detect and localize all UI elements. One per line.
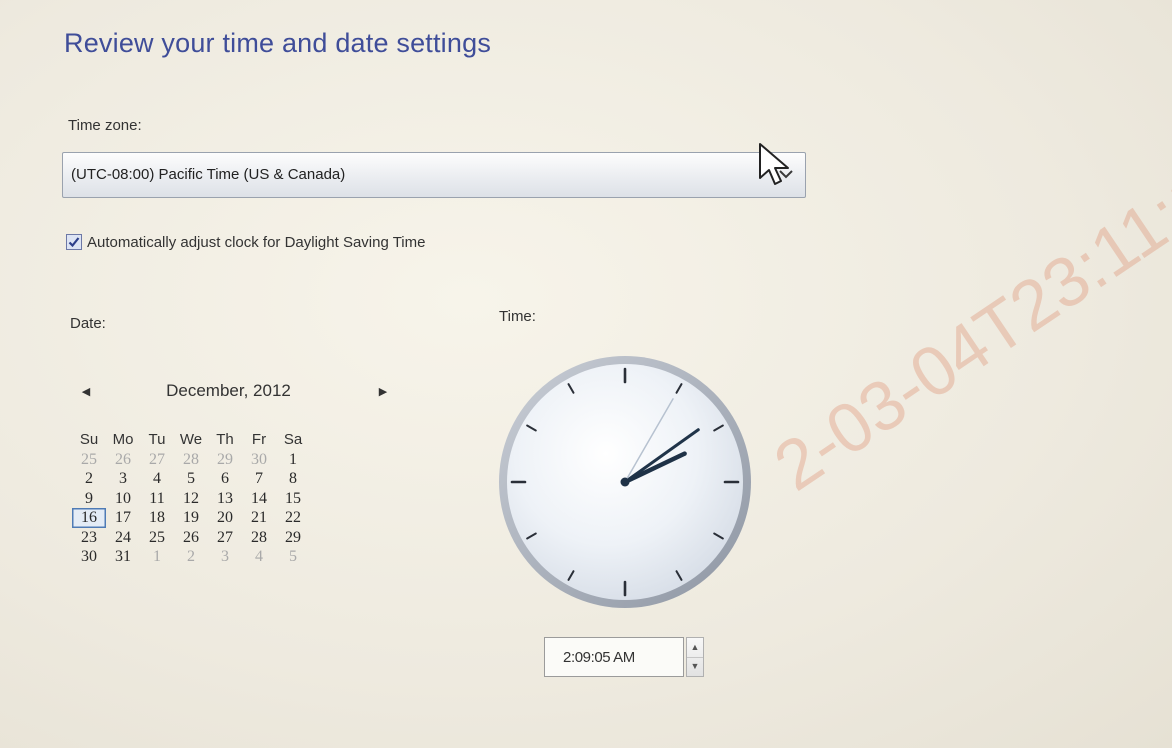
calendar-day[interactable]: 2 xyxy=(72,469,106,489)
calendar-day[interactable]: 27 xyxy=(140,450,174,470)
dst-option[interactable]: Automatically adjust clock for Daylight … xyxy=(66,230,425,254)
calendar-day[interactable]: 26 xyxy=(174,528,208,548)
calendar-day[interactable]: 5 xyxy=(174,469,208,489)
dst-checkbox[interactable] xyxy=(66,234,82,250)
weekday-header: Tu xyxy=(148,431,166,448)
calendar-day[interactable]: 4 xyxy=(140,469,174,489)
calendar-day[interactable]: 12 xyxy=(174,489,208,509)
time-spinner[interactable]: ▲ ▼ xyxy=(686,637,704,677)
calendar-month-title[interactable]: December, 2012 xyxy=(126,381,331,401)
calendar-day[interactable]: 29 xyxy=(208,450,242,470)
calendar-day-selected[interactable]: 16 xyxy=(72,508,106,528)
calendar-day[interactable]: 31 xyxy=(106,547,140,567)
weekday-header: Sa xyxy=(283,431,303,448)
time-label: Time: xyxy=(499,308,536,325)
calendar-day[interactable]: 9 xyxy=(72,489,106,509)
time-zone-dropdown[interactable]: (UTC-08:00) Pacific Time (US & Canada) xyxy=(62,152,806,198)
calendar-day[interactable]: 11 xyxy=(140,489,174,509)
weekday-header: We xyxy=(179,431,203,448)
calendar-day[interactable]: 25 xyxy=(140,528,174,548)
dst-label: Automatically adjust clock for Daylight … xyxy=(87,233,426,251)
spin-up-arrow-icon[interactable]: ▲ xyxy=(687,638,703,658)
calendar-day[interactable]: 30 xyxy=(242,450,276,470)
page-title: Review your time and date settings xyxy=(64,28,492,58)
calendar-day[interactable]: 19 xyxy=(174,508,208,528)
calendar-day[interactable]: 27 xyxy=(208,528,242,548)
calendar-day[interactable]: 10 xyxy=(106,489,140,509)
time-zone-value: (UTC-08:00) Pacific Time (US & Canada) xyxy=(71,166,346,183)
time-value: 2:09:05 AM xyxy=(563,649,635,666)
calendar: ◀ December, 2012 ▶ Su Mo Tu We Th Fr Sa … xyxy=(66,366,400,650)
calendar-next-month-button[interactable]: ▶ xyxy=(373,382,393,402)
calendar-day[interactable]: 17 xyxy=(106,508,140,528)
calendar-day[interactable]: 15 xyxy=(276,489,310,509)
calendar-header: ◀ December, 2012 ▶ xyxy=(66,380,400,404)
calendar-day[interactable]: 22 xyxy=(276,508,310,528)
analog-clock xyxy=(499,356,751,608)
calendar-grid: Su Mo Tu We Th Fr Sa 25 26 27 28 29 30 1… xyxy=(72,430,310,567)
calendar-day[interactable]: 26 xyxy=(106,450,140,470)
calendar-day[interactable]: 14 xyxy=(242,489,276,509)
calendar-day[interactable]: 5 xyxy=(276,547,310,567)
checkmark-icon xyxy=(68,237,80,248)
calendar-prev-month-button[interactable]: ◀ xyxy=(76,382,96,402)
calendar-day[interactable]: 30 xyxy=(72,547,106,567)
calendar-day[interactable]: 1 xyxy=(140,547,174,567)
date-label: Date: xyxy=(70,315,106,332)
calendar-day[interactable]: 29 xyxy=(276,528,310,548)
calendar-day[interactable]: 23 xyxy=(72,528,106,548)
weekday-header: Th xyxy=(216,431,234,448)
calendar-day[interactable]: 13 xyxy=(208,489,242,509)
time-input[interactable]: 2:09:05 AM xyxy=(544,637,684,677)
calendar-day[interactable]: 28 xyxy=(174,450,208,470)
weekday-header: Fr xyxy=(251,431,267,448)
weekday-header: Su xyxy=(79,431,99,448)
calendar-day[interactable]: 21 xyxy=(242,508,276,528)
calendar-day[interactable]: 8 xyxy=(276,469,310,489)
calendar-day[interactable]: 4 xyxy=(242,547,276,567)
spin-down-arrow-icon[interactable]: ▼ xyxy=(687,657,703,676)
calendar-day[interactable]: 2 xyxy=(174,547,208,567)
time-zone-label: Time zone: xyxy=(68,117,142,134)
mouse-pointer-icon xyxy=(759,143,789,185)
calendar-day[interactable]: 20 xyxy=(208,508,242,528)
clock-center xyxy=(620,477,630,487)
calendar-day[interactable]: 28 xyxy=(242,528,276,548)
calendar-day[interactable]: 7 xyxy=(242,469,276,489)
calendar-day[interactable]: 25 xyxy=(72,450,106,470)
calendar-day[interactable]: 1 xyxy=(276,450,310,470)
calendar-day[interactable]: 6 xyxy=(208,469,242,489)
calendar-day[interactable]: 18 xyxy=(140,508,174,528)
calendar-day[interactable]: 3 xyxy=(208,547,242,567)
weekday-header: Mo xyxy=(112,431,134,448)
calendar-day[interactable]: 3 xyxy=(106,469,140,489)
calendar-day[interactable]: 24 xyxy=(106,528,140,548)
